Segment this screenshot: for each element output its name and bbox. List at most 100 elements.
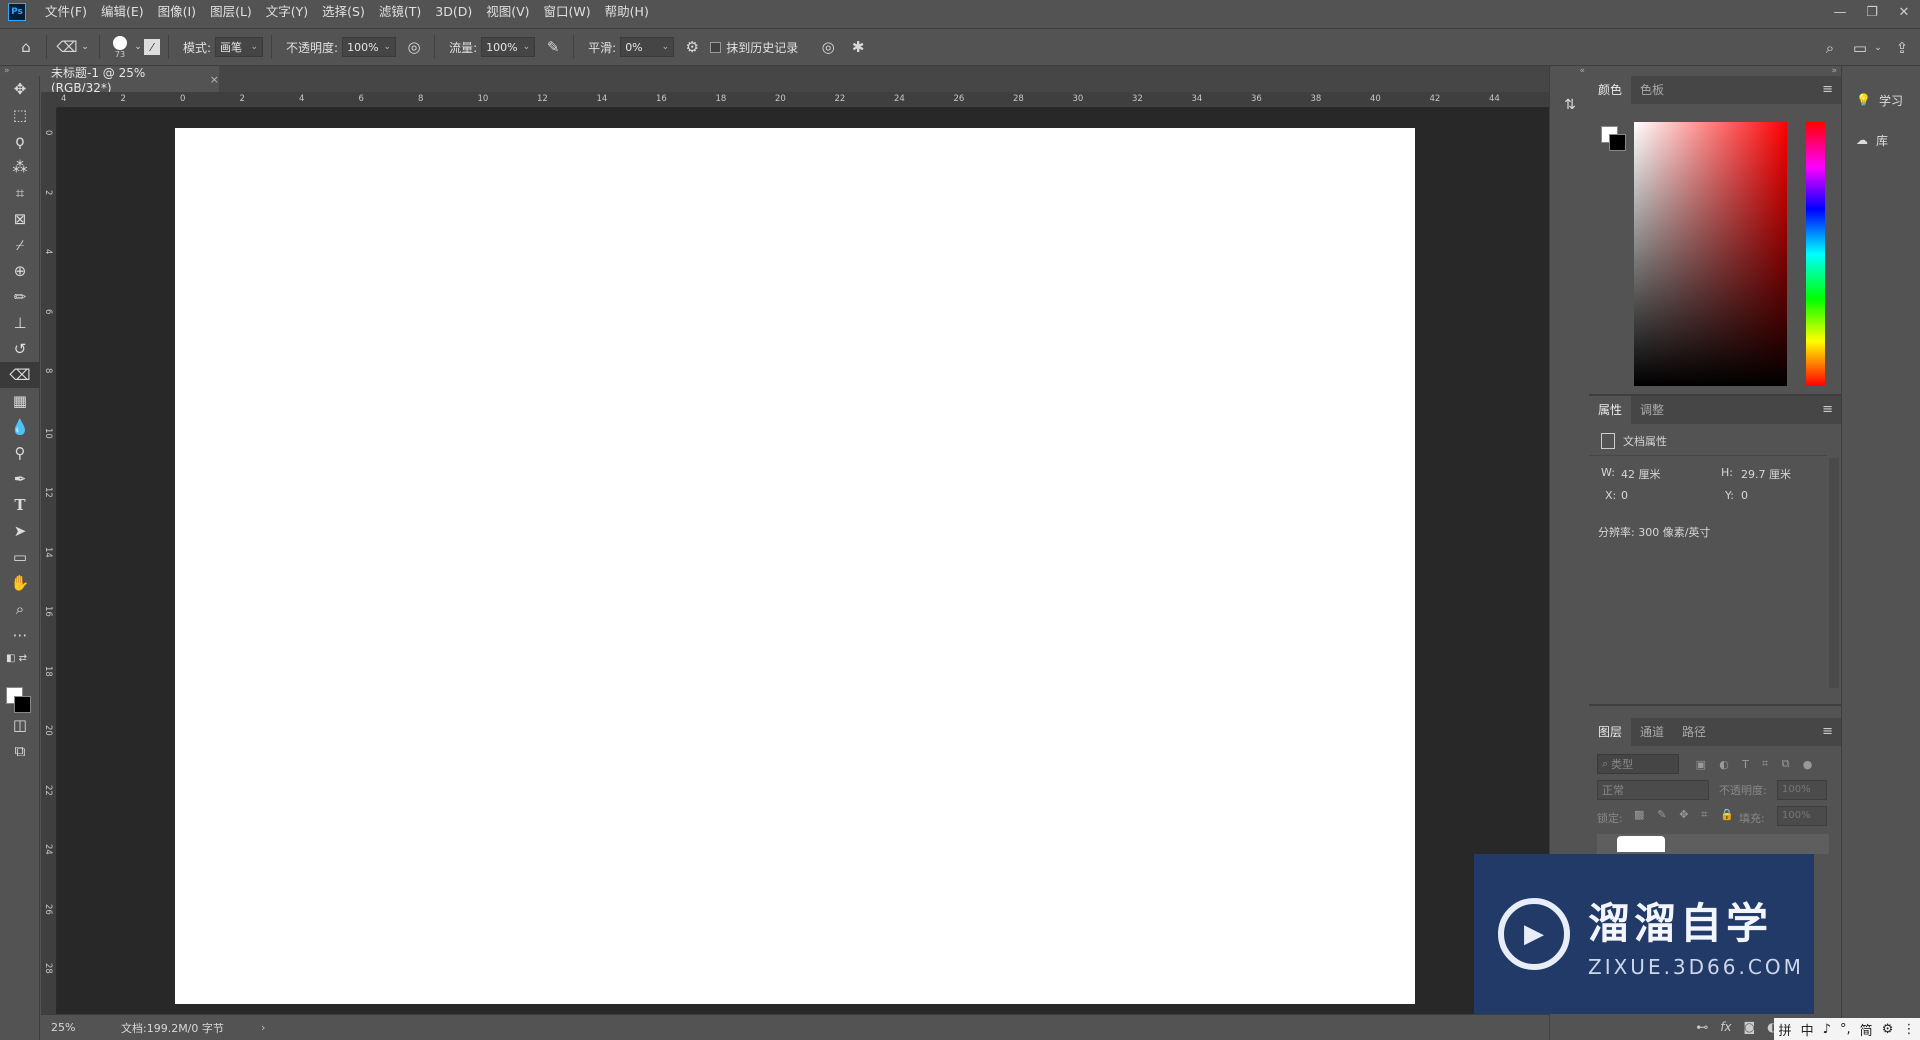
ime-moon-icon[interactable]: ♪	[1823, 1022, 1831, 1037]
smart-object-filter-icon[interactable]: ⧉	[1782, 757, 1790, 771]
flow-field[interactable]: 100% ⌄	[481, 37, 536, 57]
panel-menu-icon[interactable]: ≡	[1822, 396, 1833, 424]
lock-all-icon[interactable]: 🔒	[1720, 808, 1734, 822]
workspace-icon[interactable]: ▭	[1848, 36, 1872, 60]
brush-preset-picker[interactable]: 73	[108, 35, 132, 59]
zoom-level[interactable]: 25%	[41, 1021, 101, 1034]
path-selection-tool-icon[interactable]: ➤	[0, 518, 40, 544]
menu-window[interactable]: 窗口(W)	[537, 0, 598, 24]
type-tool-icon[interactable]: T	[0, 492, 40, 518]
menu-layer[interactable]: 图层(L)	[203, 0, 259, 24]
blur-tool-icon[interactable]: 💧	[0, 414, 40, 440]
erase-to-history-checkbox[interactable]	[710, 41, 722, 53]
tab-layers[interactable]: 图层	[1589, 718, 1632, 746]
share-icon[interactable]: ⇪	[1890, 36, 1914, 60]
ime-more-icon[interactable]: ⋮	[1902, 1022, 1915, 1037]
blend-mode-select[interactable]: 正常	[1597, 780, 1709, 800]
ime-simplified-mode[interactable]: 简	[1860, 1020, 1873, 1039]
x-value[interactable]: 0	[1621, 489, 1628, 502]
menu-3d[interactable]: 3D(D)	[428, 0, 479, 24]
quick-mask-icon[interactable]: ◫	[0, 712, 40, 738]
close-icon[interactable]: ✕	[1888, 0, 1920, 24]
panel-menu-icon[interactable]: ≡	[1822, 76, 1833, 104]
ime-pinyin-icon[interactable]: 拼	[1779, 1020, 1792, 1039]
clone-stamp-tool-icon[interactable]: ⊥	[0, 310, 40, 336]
smoothing-field[interactable]: 0% ⌄	[620, 37, 675, 57]
pixel-filter-icon[interactable]: ▣	[1696, 758, 1706, 771]
fill-field[interactable]: 100%	[1777, 806, 1827, 826]
restore-icon[interactable]: ❐	[1856, 0, 1888, 24]
type-filter-icon[interactable]: T	[1742, 758, 1749, 771]
eraser-tool-preset-icon[interactable]: ⌫	[55, 35, 79, 59]
history-panel-icon[interactable]: ⇅	[1550, 90, 1590, 120]
pressure-size-icon[interactable]: ◎	[816, 35, 840, 59]
menu-type[interactable]: 文字(Y)	[259, 0, 315, 24]
marquee-tool-icon[interactable]: ⬚	[0, 102, 40, 128]
lock-transparency-icon[interactable]: ▩	[1634, 808, 1644, 822]
lasso-tool-icon[interactable]: ϙ	[0, 128, 40, 154]
y-value[interactable]: 0	[1741, 489, 1748, 502]
lock-artboard-icon[interactable]: ⌗	[1701, 808, 1707, 822]
filter-toggle-icon[interactable]: ●	[1803, 758, 1813, 771]
tab-paths[interactable]: 路径	[1673, 718, 1715, 746]
pressure-opacity-icon[interactable]: ◎	[402, 35, 426, 59]
zoom-tool-icon[interactable]: ⌕	[0, 596, 40, 622]
hue-slider[interactable]	[1806, 122, 1825, 386]
layer-filter-select[interactable]: ⌕ 类型	[1597, 754, 1679, 774]
menu-filter[interactable]: 滤镜(T)	[372, 0, 428, 24]
add-mask-icon[interactable]: ◙	[1744, 1020, 1756, 1034]
chevron-right-icon[interactable]: ›	[261, 1021, 265, 1034]
screen-mode-icon[interactable]: ⧉	[0, 738, 40, 764]
libraries-panel-button[interactable]: ☁ 库	[1842, 120, 1920, 160]
tab-channels[interactable]: 通道	[1631, 718, 1673, 746]
properties-scrollbar[interactable]	[1829, 458, 1839, 688]
panel-menu-icon[interactable]: ≡	[1822, 718, 1833, 746]
menu-file[interactable]: 文件(F)	[38, 0, 94, 24]
magic-wand-tool-icon[interactable]: ⁂	[0, 154, 40, 180]
menu-view[interactable]: 视图(V)	[479, 0, 536, 24]
search-icon[interactable]: ⌕	[1818, 36, 1842, 60]
ime-punctuation-icon[interactable]: °,	[1840, 1022, 1851, 1037]
horizontal-ruler[interactable]: 4 2 0 2 4 6 8 10 12 14 16 18 20 22 24 26 28 30 32 34 36 38 40 4…	[57, 92, 1549, 108]
layer-row[interactable]	[1597, 834, 1829, 854]
tab-adjustments[interactable]: 调整	[1631, 396, 1673, 424]
symmetry-icon[interactable]: ✱	[846, 35, 870, 59]
lock-pixels-icon[interactable]: ✎	[1657, 808, 1666, 822]
brush-settings-icon[interactable]: ⁄	[144, 39, 160, 55]
pen-tool-icon[interactable]: ✒	[0, 466, 40, 492]
minimize-icon[interactable]: —	[1824, 0, 1856, 24]
document-canvas[interactable]	[175, 128, 1415, 1004]
history-brush-tool-icon[interactable]: ↺	[0, 336, 40, 362]
menu-select[interactable]: 选择(S)	[315, 0, 372, 24]
color-picker-field[interactable]	[1634, 122, 1787, 386]
link-layers-icon[interactable]: ⊷	[1696, 1020, 1708, 1034]
menu-image[interactable]: 图像(I)	[151, 0, 203, 24]
move-tool-icon[interactable]: ✥	[0, 76, 40, 102]
layer-opacity-field[interactable]: 100%	[1777, 780, 1827, 800]
mode-select[interactable]: 画笔 ⌄	[215, 37, 264, 57]
background-color-swatch[interactable]	[14, 696, 31, 713]
eraser-tool-icon[interactable]: ⌫	[0, 362, 40, 388]
home-icon[interactable]: ⌂	[14, 35, 38, 59]
more-tools-icon[interactable]: ⋯	[0, 622, 40, 648]
lock-position-icon[interactable]: ✥	[1679, 808, 1688, 822]
opacity-field[interactable]: 100% ⌄	[342, 37, 397, 57]
panels-collapse-icon[interactable]: »	[1589, 66, 1841, 76]
airbrush-icon[interactable]: ✎	[541, 35, 565, 59]
gear-icon[interactable]: ⚙	[680, 35, 704, 59]
swap-colors-icon[interactable]: ◧ ⇄	[0, 648, 40, 668]
rectangle-tool-icon[interactable]: ▭	[0, 544, 40, 570]
chevron-down-icon[interactable]: ⌄	[132, 35, 144, 59]
ime-chinese-mode[interactable]: 中	[1801, 1020, 1814, 1039]
background-color-swatch[interactable]	[1609, 134, 1626, 151]
vertical-ruler[interactable]: 0 2 4 6 8 10 12 14 16 18 20 22 24 26 28	[41, 108, 57, 1014]
gradient-tool-icon[interactable]: ▦	[0, 388, 40, 414]
layer-style-icon[interactable]: fx	[1720, 1020, 1731, 1034]
adjustment-filter-icon[interactable]: ◐	[1719, 758, 1729, 771]
document-tab[interactable]: 未标题-1 @ 25%(RGB/32*) ×	[41, 66, 219, 95]
crop-tool-icon[interactable]: ⌗	[0, 180, 40, 206]
hand-tool-icon[interactable]: ✋	[0, 570, 40, 596]
shape-filter-icon[interactable]: ⌗	[1762, 757, 1768, 771]
toolbar-collapse-icon[interactable]: »	[0, 66, 40, 76]
healing-brush-tool-icon[interactable]: ⊕	[0, 258, 40, 284]
